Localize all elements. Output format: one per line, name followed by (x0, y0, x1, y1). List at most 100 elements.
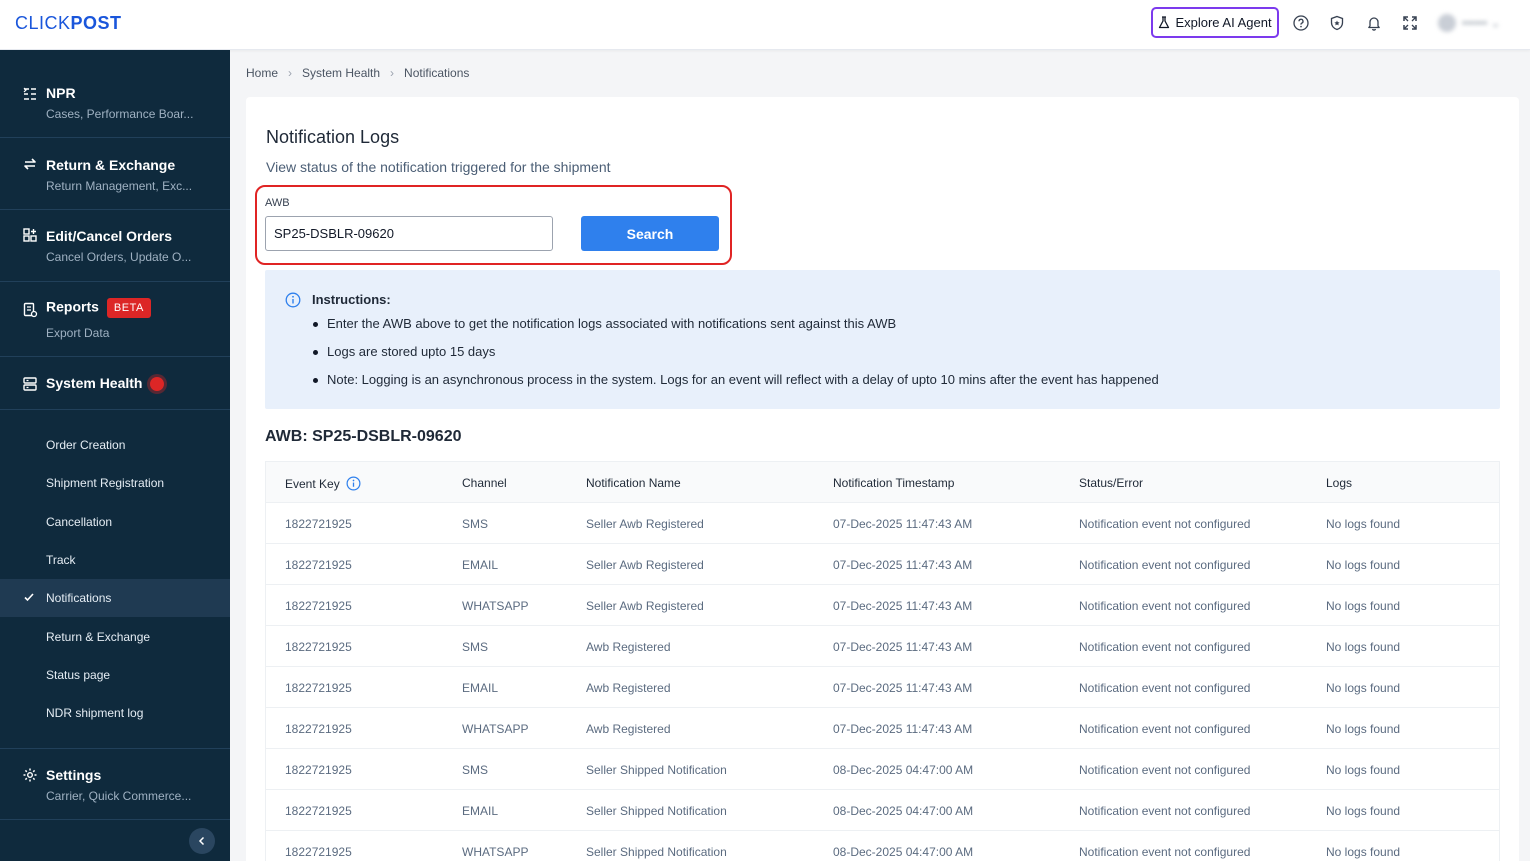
submenu-order-creation[interactable]: Order Creation (0, 426, 230, 464)
cell-logs: No logs found (1326, 804, 1401, 818)
submenu-ndr-shipment-log[interactable]: NDR shipment log (0, 694, 230, 732)
cell-logs: No logs found (1326, 722, 1401, 736)
cell-status: Notification event not configured (1079, 722, 1251, 736)
sidebar-item-subtitle: Cancel Orders, Update O... (46, 250, 192, 264)
cell-notification-name: Awb Registered (586, 722, 671, 736)
awb-label: AWB (265, 197, 290, 209)
cell-timestamp: 07-Dec-2025 11:47:43 AM (833, 558, 973, 572)
sidebar-item-system-health[interactable]: System Health (0, 357, 230, 410)
user-menu[interactable]: •••••• ⌄ (1438, 13, 1518, 33)
list-filter-icon (23, 87, 36, 100)
notification-logs-table: Event Key Channel Notification Name Noti… (265, 461, 1500, 861)
cell-status: Notification event not configured (1079, 763, 1251, 777)
cell-event-key: 1822721925 (285, 845, 352, 859)
table-row: 1822721925 WHATSAPP Awb Registered 07-Dec-2… (266, 708, 1499, 749)
result-awb-title: AWB: SP25-DSBLR-09620 (265, 428, 462, 445)
help-icon[interactable] (1292, 14, 1310, 32)
flask-icon (1159, 16, 1170, 29)
cell-timestamp: 08-Dec-2025 04:47:00 AM (833, 845, 974, 859)
cell-event-key: 1822721925 (285, 640, 352, 654)
col-notification-name: Notification Name (586, 476, 681, 490)
col-notification-timestamp: Notification Timestamp (833, 476, 955, 490)
breadcrumb-home[interactable]: Home (246, 66, 278, 80)
sidebar: NPR Cases, Performance Boar... Return & … (0, 50, 230, 861)
cell-timestamp: 08-Dec-2025 04:47:00 AM (833, 763, 974, 777)
cell-channel: WHATSAPP (462, 845, 529, 859)
submenu-shipment-registration[interactable]: Shipment Registration (0, 464, 230, 502)
cell-event-key: 1822721925 (285, 558, 352, 572)
cell-timestamp: 07-Dec-2025 11:47:43 AM (833, 517, 973, 531)
instruction-item: Note: Logging is an asynchronous process… (311, 372, 1159, 400)
sidebar-item-title: Return & Exchange (46, 157, 176, 173)
explore-ai-agent-button[interactable]: Explore AI Agent (1151, 7, 1279, 38)
cell-notification-name: Seller Awb Registered (586, 517, 704, 531)
submenu-status-page[interactable]: Status page (0, 656, 230, 694)
sidebar-item-subtitle: Export Data (46, 326, 110, 340)
instructions-list: Enter the AWB above to get the notificat… (311, 316, 1159, 400)
table-body: 1822721925 SMS Seller Awb Registered 07-Dec… (266, 503, 1499, 861)
table-row: 1822721925 EMAIL Seller Shipped Notificati… (266, 790, 1499, 831)
sidebar-item-title: Settings (46, 767, 102, 783)
sidebar-item-subtitle: Carrier, Quick Commerce... (46, 789, 192, 803)
explore-ai-agent-label: Explore AI Agent (1175, 15, 1272, 30)
sidebar-item-return-exchange[interactable]: Return & Exchange Return Management, Exc… (0, 138, 230, 210)
cell-status: Notification event not configured (1079, 845, 1251, 859)
sidebar-item-title: System Health (46, 375, 165, 392)
sidebar-item-title: Edit/Cancel Orders (46, 228, 173, 244)
cell-event-key: 1822721925 (285, 722, 352, 736)
clickpost-logo[interactable]: CLICKPOST (15, 13, 122, 34)
cell-logs: No logs found (1326, 845, 1401, 859)
avatar (1438, 14, 1456, 32)
cell-status: Notification event not configured (1079, 804, 1251, 818)
submenu-notifications[interactable]: Notifications (0, 579, 230, 617)
fullscreen-icon[interactable] (1401, 14, 1419, 32)
chevron-right-icon: › (288, 66, 293, 80)
cell-status: Notification event not configured (1079, 599, 1251, 613)
shield-icon[interactable] (1328, 14, 1346, 32)
col-channel: Channel (462, 476, 507, 490)
col-logs: Logs (1326, 476, 1353, 490)
cell-logs: No logs found (1326, 599, 1401, 613)
chevron-left-icon (198, 836, 205, 846)
sidebar-item-npr[interactable]: NPR Cases, Performance Boar... (0, 66, 230, 138)
submenu-return-exchange[interactable]: Return & Exchange (0, 618, 230, 656)
collapse-sidebar-button[interactable] (189, 828, 215, 854)
breadcrumb-system-health[interactable]: System Health (302, 66, 380, 80)
col-event-key: Event Key (285, 476, 361, 491)
checkmark-icon (24, 593, 34, 602)
col-status-error: Status/Error (1079, 476, 1144, 490)
cell-channel: EMAIL (462, 804, 499, 818)
server-icon (23, 377, 37, 391)
sidebar-item-edit-cancel-orders[interactable]: Edit/Cancel Orders Cancel Orders, Update… (0, 210, 230, 282)
instruction-item: Logs are stored upto 15 days (311, 344, 1159, 372)
info-icon (285, 292, 301, 308)
sidebar-item-settings[interactable]: Settings Carrier, Quick Commerce... (0, 748, 230, 820)
cell-channel: SMS (462, 517, 489, 531)
cell-logs: No logs found (1326, 558, 1401, 572)
cell-notification-name: Seller Shipped Notification (586, 845, 727, 859)
alert-dot (150, 377, 165, 392)
page-title: Notification Logs (266, 127, 400, 147)
cell-channel: WHATSAPP (462, 599, 529, 613)
info-icon[interactable] (346, 476, 361, 491)
swap-icon (24, 158, 36, 170)
cell-notification-name: Seller Awb Registered (586, 558, 704, 572)
top-bar: CLICKPOST Explore AI Agent •••••• ⌄ (0, 0, 1530, 50)
search-button[interactable]: Search (581, 216, 719, 251)
awb-input[interactable] (265, 216, 553, 251)
table-row: 1822721925 SMS Seller Awb Registered 07-Dec… (266, 503, 1499, 544)
sidebar-item-reports[interactable]: Reports BETA Export Data (0, 282, 230, 357)
table-row: 1822721925 SMS Awb Registered 07-Dec-2025 1… (266, 626, 1499, 667)
cell-channel: EMAIL (462, 681, 499, 695)
submenu-track[interactable]: Track (0, 541, 230, 579)
beta-badge: BETA (106, 298, 151, 318)
submenu-cancellation[interactable]: Cancellation (0, 503, 230, 541)
table-row: 1822721925 SMS Seller Shipped Notification… (266, 749, 1499, 790)
cell-logs: No logs found (1326, 681, 1401, 695)
cell-status: Notification event not configured (1079, 681, 1251, 695)
bell-icon[interactable] (1365, 14, 1383, 32)
grid-plus-icon (23, 228, 37, 242)
table-row: 1822721925 EMAIL Awb Registered 07-Dec-2025… (266, 667, 1499, 708)
cell-status: Notification event not configured (1079, 517, 1251, 531)
cell-notification-name: Seller Awb Registered (586, 599, 704, 613)
